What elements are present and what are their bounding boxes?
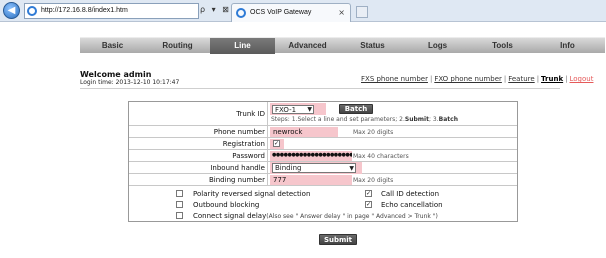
- password-input[interactable]: ●●●●●●●●●●●●●●●●●●●●●●●: [272, 152, 352, 158]
- separator: |: [565, 75, 568, 83]
- nav-tools[interactable]: Tools: [470, 38, 535, 54]
- steps-text-2: ; 3.: [428, 116, 439, 123]
- registration-row: Registration ✓: [129, 138, 517, 150]
- trunk-id-value: FXO-1: [275, 106, 297, 114]
- ie-icon: [236, 8, 246, 18]
- polarity-checkbox[interactable]: [176, 190, 183, 197]
- phone-input[interactable]: newrock: [273, 128, 302, 136]
- separator: |: [536, 75, 540, 83]
- steps-hint: Steps: 1.Select a line and set parameter…: [271, 116, 458, 123]
- url-text: http://172.16.8.8/index1.htm: [41, 7, 128, 14]
- ie-icon: [27, 6, 37, 16]
- close-icon[interactable]: ×: [338, 8, 345, 17]
- link-fxo-phone-number[interactable]: FXO phone number: [434, 75, 502, 83]
- registration-checkbox[interactable]: ✓: [273, 140, 280, 147]
- nav-line[interactable]: Line: [210, 38, 275, 54]
- nav-basic[interactable]: Basic: [80, 38, 145, 54]
- steps-text-1: Steps: 1.Select a line and set parameter…: [271, 116, 405, 123]
- password-label: Password: [129, 150, 268, 161]
- back-button[interactable]: ◀: [3, 2, 20, 19]
- inbound-value: Binding: [275, 164, 302, 172]
- login-time: Login time: 2013-12-10 10:17:47: [80, 79, 180, 86]
- echo-label: Echo cancellation: [381, 201, 443, 209]
- new-tab-button[interactable]: [356, 6, 368, 18]
- separator: |: [503, 75, 507, 83]
- sub-nav: FXS phone number | FXO phone number | Featur…: [361, 75, 593, 83]
- nav-logs[interactable]: Logs: [405, 38, 470, 54]
- signal-delay-text: Connect signal delay: [193, 212, 267, 220]
- signal-delay-checkbox[interactable]: [176, 212, 183, 219]
- link-logout[interactable]: Logout: [570, 75, 594, 83]
- signal-delay-note: (Also see " Answer delay " in page " Adv…: [266, 213, 438, 220]
- tab-title: OCS VoIP Gateway: [250, 9, 312, 16]
- polarity-label: Polarity reversed signal detection: [193, 190, 311, 198]
- binding-input[interactable]: 777: [273, 176, 286, 184]
- steps-batch: Batch: [438, 116, 458, 123]
- submit-button[interactable]: Submit: [319, 234, 357, 245]
- chevron-down-icon: ▼: [307, 106, 312, 113]
- outbound-checkbox[interactable]: [176, 201, 183, 208]
- nav-info[interactable]: Info: [535, 38, 600, 54]
- link-trunk[interactable]: Trunk: [541, 75, 563, 83]
- link-fxs-phone-number[interactable]: FXS phone number: [361, 75, 428, 83]
- binding-hint: Max 20 digits: [353, 177, 394, 184]
- address-bar[interactable]: http://172.16.8.8/index1.htm: [24, 3, 199, 19]
- separator: |: [429, 75, 433, 83]
- phone-row: Phone number newrock Max 20 digits: [129, 126, 517, 138]
- link-feature[interactable]: Feature: [508, 75, 534, 83]
- inbound-select[interactable]: Binding ▼: [272, 163, 356, 173]
- welcome-title: Welcome admin: [80, 70, 152, 79]
- nav-status[interactable]: Status: [340, 38, 405, 54]
- batch-button[interactable]: Batch: [339, 104, 373, 114]
- divider: [80, 88, 560, 89]
- echo-checkbox[interactable]: ✓: [365, 201, 372, 208]
- call-id-checkbox[interactable]: ✓: [365, 190, 372, 197]
- binding-label: Binding number: [129, 174, 268, 185]
- inbound-label: Inbound handle: [129, 162, 268, 173]
- signal-delay-label: Connect signal delay(Also see " Answer d…: [193, 212, 438, 220]
- password-row: Password ●●●●●●●●●●●●●●●●●●●●●●● Max 40 …: [129, 150, 517, 162]
- chevron-down-icon: ▼: [349, 165, 354, 172]
- trunk-form: Trunk ID FXO-1 ▼ Batch Steps: 1.Select a…: [128, 101, 518, 222]
- call-id-label: Call ID detection: [381, 190, 440, 198]
- nav-advanced[interactable]: Advanced: [275, 38, 340, 54]
- password-hint: Max 40 characters: [353, 153, 409, 160]
- browser-toolbar: ◀ http://172.16.8.8/index1.htm ρ ▾ ⊠ ↻ O…: [0, 0, 606, 22]
- browser-tab[interactable]: OCS VoIP Gateway ×: [231, 3, 351, 22]
- trunk-id-select[interactable]: FXO-1 ▼: [272, 105, 314, 114]
- binding-row: Binding number 777 Max 20 digits: [129, 174, 517, 186]
- phone-hint: Max 20 digits: [353, 129, 394, 136]
- trunk-id-label: Trunk ID: [129, 102, 268, 125]
- steps-submit: Submit: [404, 116, 429, 123]
- outbound-label: Outbound blocking: [193, 201, 260, 209]
- main-nav: Basic Routing Line Advanced Status Logs …: [80, 37, 605, 54]
- inbound-row: Inbound handle Binding ▼: [129, 162, 517, 174]
- registration-label: Registration: [129, 138, 268, 149]
- trunk-id-row: Trunk ID FXO-1 ▼ Batch Steps: 1.Select a…: [129, 102, 517, 126]
- phone-label: Phone number: [129, 126, 268, 137]
- nav-routing[interactable]: Routing: [145, 38, 210, 54]
